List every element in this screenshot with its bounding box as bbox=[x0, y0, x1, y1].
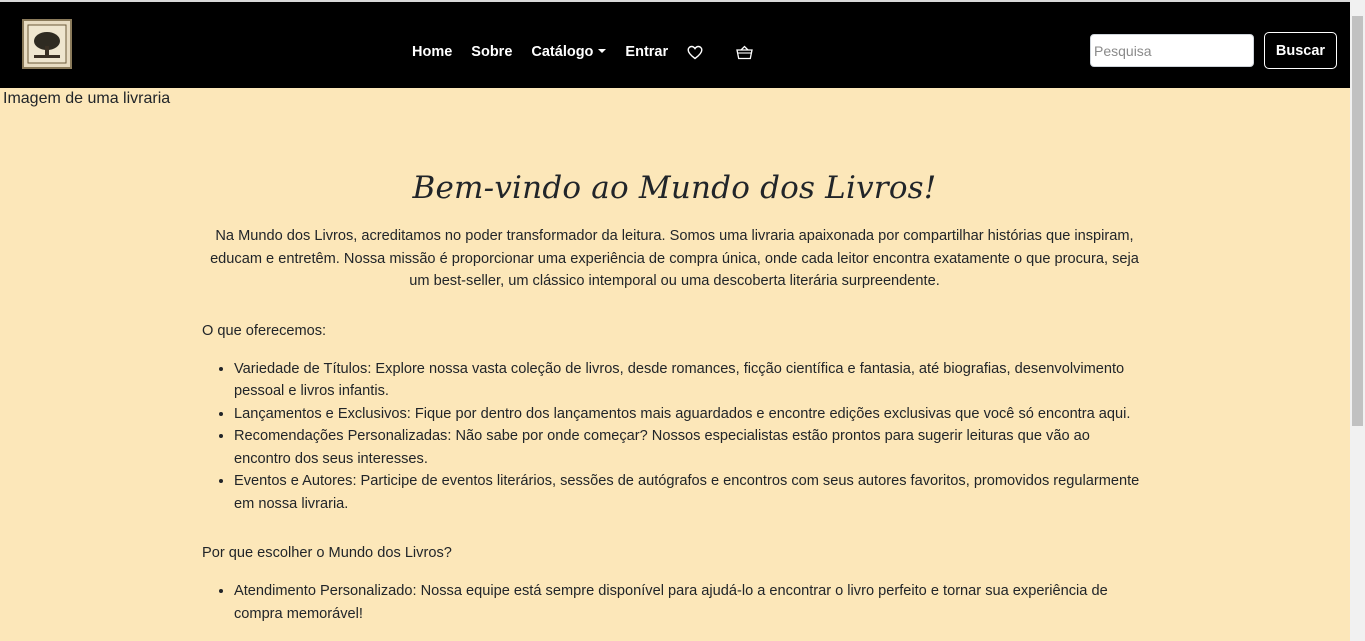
tree-logo-icon bbox=[27, 24, 67, 64]
nav-login-link[interactable]: Entrar bbox=[625, 44, 668, 60]
nav-catalog-dropdown[interactable]: Catálogo bbox=[531, 44, 606, 60]
why-heading: Por que escolher o Mundo dos Livros? bbox=[202, 545, 452, 561]
list-item: Variedade de Títulos: Explore nossa vast… bbox=[234, 358, 1147, 403]
list-item: Eventos e Autores: Participe de eventos … bbox=[234, 470, 1147, 515]
nav-about-link[interactable]: Sobre bbox=[471, 44, 512, 60]
list-item: Atendimento Personalizado: Nossa equipe … bbox=[234, 580, 1147, 625]
list-item: Recomendações Personalizadas: Não sabe p… bbox=[234, 425, 1147, 470]
nav-links: Home Sobre Catálogo Entrar bbox=[412, 40, 753, 64]
why-list: Atendimento Personalizado: Nossa equipe … bbox=[202, 580, 1147, 625]
navbar: Home Sobre Catálogo Entrar Buscar bbox=[0, 2, 1350, 88]
hero-image: Imagem de uma livraria bbox=[0, 90, 170, 108]
page-title: Bem-vindo ao Mundo dos Livros! bbox=[412, 170, 937, 206]
main-content: Bem-vindo ao Mundo dos Livros! Na Mundo … bbox=[202, 170, 1147, 641]
offers-heading: O que oferecemos: bbox=[202, 322, 327, 339]
search-button[interactable]: Buscar bbox=[1264, 32, 1337, 69]
list-item: Lançamentos e Exclusivos: Fique por dent… bbox=[234, 403, 1147, 426]
basket-icon[interactable] bbox=[736, 45, 753, 60]
hero-image-alt-text: Imagem de uma livraria bbox=[3, 90, 171, 107]
intro-paragraph: Na Mundo dos Livros, acreditamos no pode… bbox=[210, 228, 1139, 289]
search-input[interactable] bbox=[1090, 34, 1254, 67]
scrollbar-thumb[interactable] bbox=[1352, 16, 1363, 426]
nav-home-link[interactable]: Home bbox=[412, 44, 452, 60]
bookstore-logo[interactable] bbox=[22, 19, 72, 69]
page-scrollbar[interactable] bbox=[1350, 0, 1365, 641]
heart-icon[interactable] bbox=[687, 45, 703, 60]
offers-list: Variedade de Títulos: Explore nossa vast… bbox=[202, 358, 1147, 516]
